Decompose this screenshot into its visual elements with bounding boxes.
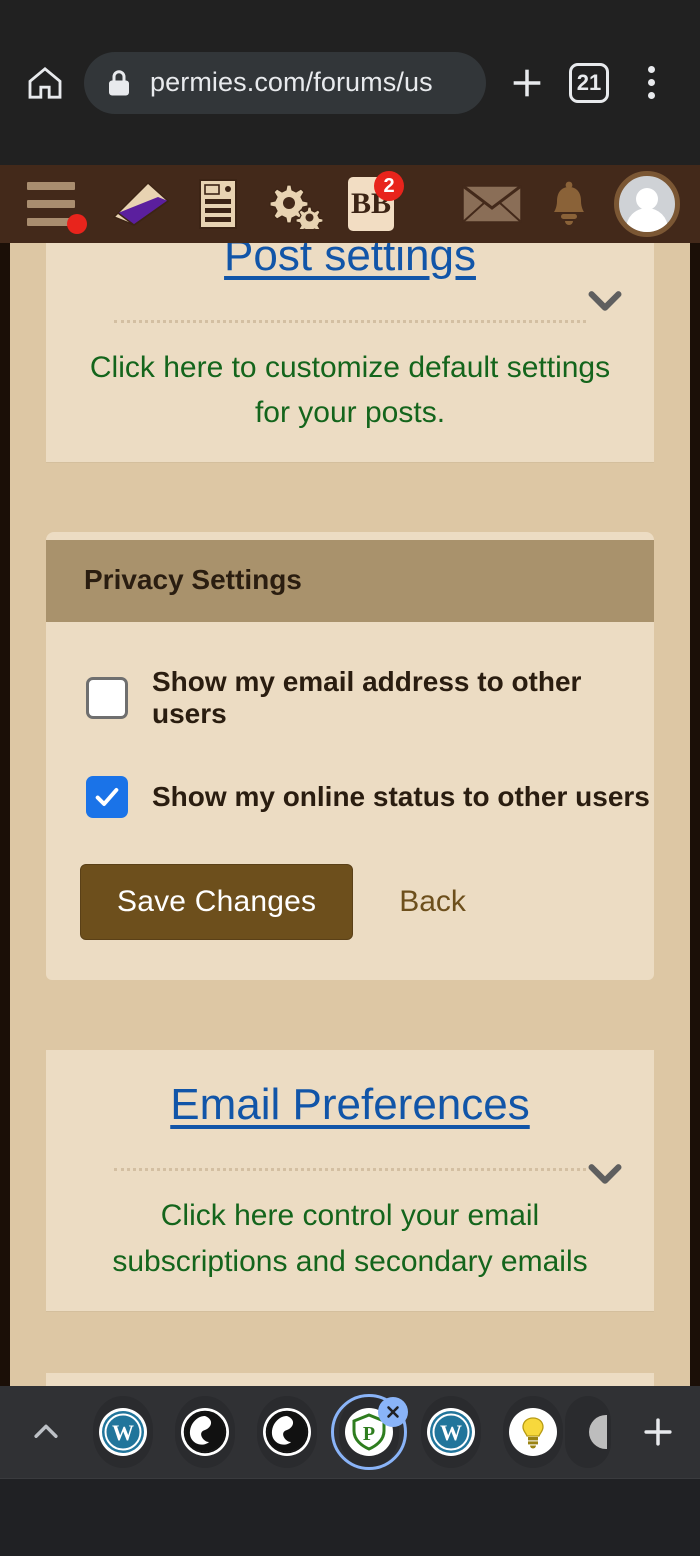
tab-item[interactable]: W (410, 1391, 492, 1473)
checkbox-show-email[interactable] (86, 676, 128, 719)
lightbulb-icon (509, 1408, 557, 1456)
tab-count-badge: 21 (569, 62, 609, 103)
accordion-description: Click here control your email subscripti… (112, 1199, 588, 1278)
wordpress-icon: W (427, 1408, 475, 1456)
wordpress-icon: W (99, 1408, 147, 1456)
home-icon[interactable] (18, 56, 72, 110)
accordion-pie-features[interactable]: Pie features Click here to customize the… (46, 1372, 654, 1386)
privacy-actions: Save Changes Back (46, 863, 654, 940)
tab-switcher-button[interactable]: 21 (558, 62, 620, 103)
chevron-up-icon[interactable] (10, 1415, 82, 1449)
user-avatar[interactable] (604, 165, 690, 243)
bb-badge: 2 (374, 171, 404, 201)
save-changes-button[interactable]: Save Changes (80, 863, 354, 940)
svg-text:W: W (112, 1420, 134, 1445)
checkbox-label: Show my online status to other users (152, 780, 650, 812)
browser-toolbar: permies.com/forums/us 21 (0, 0, 700, 165)
divider (114, 1168, 586, 1172)
page-content: Post settings Click here to customize de… (10, 243, 690, 1386)
back-link[interactable]: Back (399, 885, 466, 919)
new-tab-strip-button[interactable] (622, 1413, 694, 1451)
tab-list: W P W (82, 1391, 622, 1473)
phone-screen: permies.com/forums/us 21 BB 2 Post setti… (0, 0, 700, 1556)
menu-notification-dot (67, 214, 87, 234)
divider (114, 319, 586, 323)
checkbox-show-online-status[interactable] (86, 775, 128, 818)
lock-icon (106, 68, 132, 98)
system-navigation-bar (0, 1478, 700, 1556)
bb-button[interactable]: BB 2 (336, 165, 406, 243)
envelope-icon[interactable] (450, 165, 534, 243)
accordion-title[interactable]: Email Preferences (68, 1074, 632, 1131)
privacy-panel-body: Show my email address to other users Sho… (46, 622, 654, 980)
site-header: BB 2 (0, 165, 700, 243)
tab-item-partial[interactable] (565, 1396, 622, 1468)
privacy-panel-header: Privacy Settings (46, 539, 654, 622)
tab-item[interactable] (492, 1391, 574, 1473)
checkbox-row-online-status[interactable]: Show my online status to other users (46, 775, 654, 818)
hamburger-menu-icon[interactable] (14, 165, 88, 243)
accordion-title[interactable]: Post settings (68, 243, 632, 282)
kebab-menu-icon[interactable] (620, 66, 682, 99)
url-text: permies.com/forums/us (150, 67, 433, 97)
globe-icon (263, 1408, 311, 1456)
tab-item[interactable] (246, 1391, 328, 1473)
tab-item[interactable]: W (82, 1391, 164, 1473)
tab-item-active[interactable]: P (328, 1391, 410, 1473)
svg-text:W: W (440, 1420, 462, 1445)
omnibox[interactable]: permies.com/forums/us (84, 51, 486, 114)
new-tab-button[interactable] (496, 63, 558, 103)
accordion-post-settings[interactable]: Post settings Click here to customize de… (46, 243, 654, 462)
tab-item[interactable] (164, 1391, 246, 1473)
post-card-icon[interactable] (188, 165, 250, 243)
checkbox-row-email-visibility[interactable]: Show my email address to other users (46, 666, 654, 730)
privacy-panel-title: Privacy Settings (84, 563, 302, 595)
accordion-email-preferences[interactable]: Email Preferences Click here control you… (46, 1049, 654, 1311)
page-viewport: Post settings Click here to customize de… (0, 243, 700, 1386)
globe-icon (181, 1408, 229, 1456)
chevron-down-icon[interactable] (582, 277, 628, 323)
privacy-settings-panel: Privacy Settings Show my email address t… (46, 531, 654, 980)
pie-slice-icon[interactable] (104, 165, 176, 243)
bell-icon[interactable] (534, 165, 604, 243)
checkbox-label: Show my email address to other users (152, 665, 582, 729)
accordion-description: Click here to customize default settings… (89, 350, 611, 430)
chevron-down-icon[interactable] (582, 1150, 628, 1196)
tab-close-button[interactable] (378, 1397, 408, 1427)
tab-strip: W P W (0, 1386, 700, 1478)
gears-icon[interactable] (260, 165, 328, 243)
